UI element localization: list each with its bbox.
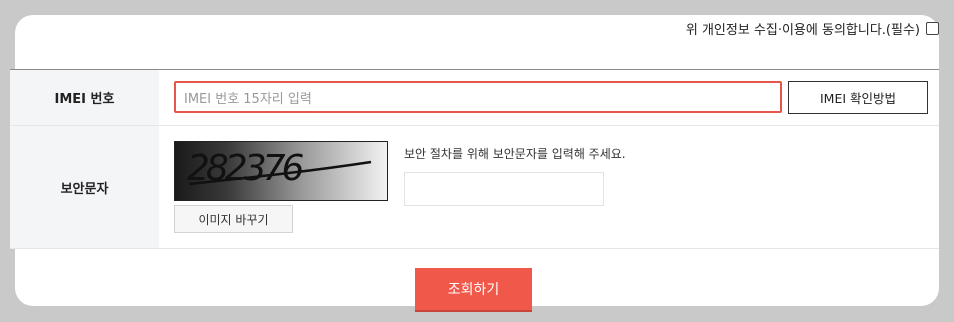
imei-label: IMEI 번호	[10, 70, 159, 125]
privacy-agreement-checkbox[interactable]	[926, 22, 939, 35]
captcha-label: 보안문자	[10, 126, 159, 248]
change-captcha-button[interactable]: 이미지 바꾸기	[174, 205, 293, 233]
privacy-agreement: 위 개인정보 수집·이용에 동의합니다.(필수)	[686, 19, 939, 38]
lookup-form: IMEI 번호 IMEI 번호 15자리 입력 IMEI 확인방법 보안문자 2…	[10, 69, 939, 249]
imei-input[interactable]: IMEI 번호 15자리 입력	[174, 81, 782, 113]
imei-input-placeholder: IMEI 번호 15자리 입력	[184, 91, 312, 107]
captcha-strike-line	[188, 160, 372, 186]
captcha-row: 보안문자 282376 이미지 바꾸기 보안 절차를 위해 보안문자를 입력해 …	[10, 126, 939, 249]
submit-button[interactable]: 조회하기	[415, 268, 532, 312]
imei-lookup-card: 위 개인정보 수집·이용에 동의합니다.(필수) IMEI 번호 IMEI 번호…	[10, 15, 939, 312]
captcha-input[interactable]	[404, 172, 604, 206]
imei-row: IMEI 번호 IMEI 번호 15자리 입력 IMEI 확인방법	[10, 70, 939, 126]
captcha-cell: 282376 이미지 바꾸기 보안 절차를 위해 보안문자를 입력해 주세요.	[159, 126, 939, 248]
captcha-image: 282376	[174, 141, 388, 201]
imei-help-button[interactable]: IMEI 확인방법	[788, 81, 928, 114]
captcha-instruction: 보안 절차를 위해 보안문자를 입력해 주세요.	[404, 147, 626, 161]
privacy-agreement-label: 위 개인정보 수집·이용에 동의합니다.(필수)	[685, 23, 920, 38]
imei-cell: IMEI 번호 15자리 입력 IMEI 확인방법	[159, 70, 939, 125]
